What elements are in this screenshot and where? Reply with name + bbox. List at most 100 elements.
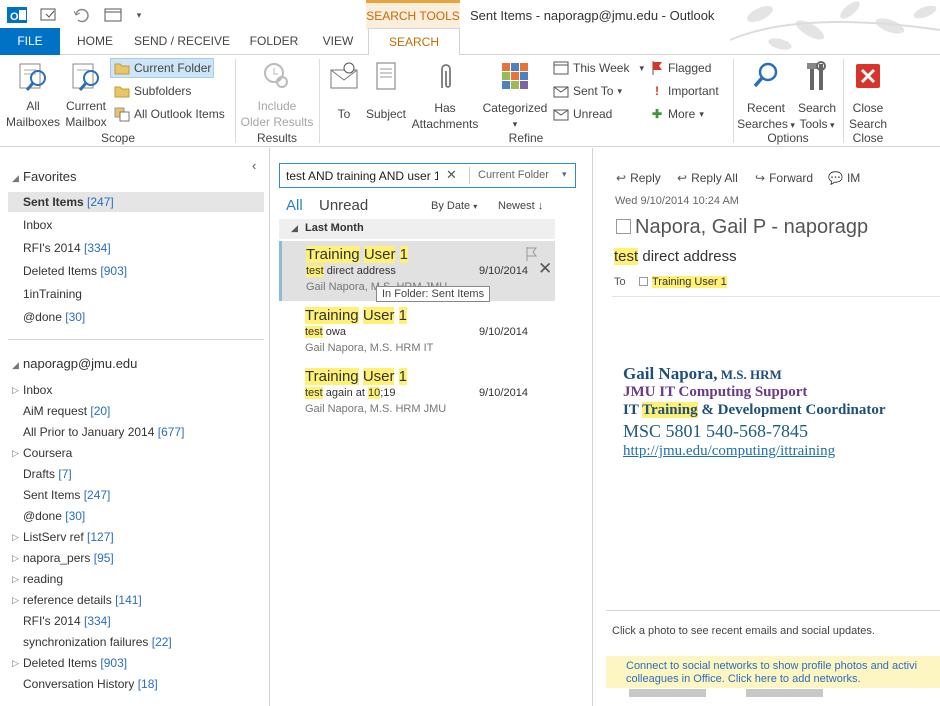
filter-all[interactable]: All <box>286 197 303 214</box>
sidebar-item[interactable]: Deleted Items [903] <box>23 261 127 281</box>
forward-button[interactable]: ↪ Forward <box>755 168 813 188</box>
tab-file[interactable]: FILE <box>0 28 60 55</box>
refine-group-label: Refine <box>508 131 544 145</box>
sidebar-item[interactable]: synchronization failures [22] <box>23 632 172 652</box>
expand-triangle-icon[interactable]: ▷ <box>12 448 19 459</box>
sort-by-date[interactable]: By Date ▾ <box>431 200 477 212</box>
clear-search-icon[interactable]: ✕ <box>446 167 457 183</box>
current-folder-button[interactable]: Current Folder <box>110 58 214 78</box>
search-box[interactable]: ✕ Current Folder ▾ <box>279 163 576 188</box>
sent-to-button[interactable]: Sent To ▾ <box>553 81 622 101</box>
collapse-pane-icon[interactable]: ‹ <box>252 158 256 173</box>
person-envelope-icon <box>330 62 358 89</box>
recipient-checkbox[interactable] <box>639 277 648 286</box>
sidebar-item[interactable]: Deleted Items [903] <box>23 653 127 673</box>
sidebar-item[interactable]: @done [30] <box>23 506 85 526</box>
sidebar-item[interactable]: Drafts [7] <box>23 464 72 484</box>
signature-department: JMU IT Computing Support <box>623 384 808 400</box>
sidebar-item[interactable]: RFI's 2014 [334] <box>23 238 111 258</box>
social-connect-banner[interactable]: Connect to social networks to show profi… <box>606 656 940 688</box>
sidebar-item[interactable]: 1inTraining <box>23 284 82 304</box>
sidebar-item[interactable]: All Prior to January 2014 [677] <box>23 422 184 442</box>
list-item[interactable]: Training User 1 test owa 9/10/2014 Gail … <box>279 302 555 362</box>
sort-order[interactable]: Newest ↓ <box>498 200 543 212</box>
account-header[interactable]: naporagp@jmu.edu <box>23 356 137 371</box>
expand-triangle-icon[interactable]: ▷ <box>12 553 19 564</box>
tab-view[interactable]: VIEW <box>315 28 361 55</box>
sidebar-item[interactable]: Conversation History [18] <box>23 674 158 694</box>
reply-button[interactable]: ↩ Reply <box>616 168 661 188</box>
expand-triangle-icon[interactable]: ▷ <box>12 595 19 606</box>
sidebar-item[interactable]: napora_pers [95] <box>23 548 114 568</box>
expand-triangle-icon[interactable]: ▷ <box>12 385 19 396</box>
flag-icon[interactable] <box>524 246 538 265</box>
more-button[interactable]: ✚ More ▾ <box>650 104 704 124</box>
to-button[interactable]: To <box>326 60 362 122</box>
tab-send-receive[interactable]: SEND / RECEIVE <box>132 28 232 55</box>
include-older-results-button[interactable]: Include Older Results <box>240 60 314 130</box>
subject-button[interactable]: Subject <box>364 60 408 122</box>
expand-triangle-icon[interactable]: ◢ <box>12 360 19 371</box>
customize-toolbar-icon[interactable]: ▾ <box>134 4 144 26</box>
message-sender[interactable]: Napora, Gail P - naporagp <box>635 216 868 239</box>
this-week-button[interactable]: This Week ▾ <box>553 58 644 78</box>
down-arrow-icon: ↓ <box>537 200 544 212</box>
subfolders-button[interactable]: Subfolders <box>114 81 191 101</box>
tab-home[interactable]: HOME <box>70 28 120 55</box>
expand-triangle-icon[interactable]: ▷ <box>12 532 19 543</box>
reply-all-button[interactable]: ↩ Reply All <box>677 168 738 188</box>
sidebar-item[interactable]: Sent Items [247] <box>8 192 264 212</box>
sidebar-item[interactable]: RFI's 2014 [334] <box>23 611 111 631</box>
magnifier-icon <box>753 62 778 88</box>
categorized-button[interactable]: Categorized ▾ <box>482 60 548 132</box>
sidebar-item[interactable]: ListServ ref [127] <box>23 527 114 547</box>
filter-unread[interactable]: Unread <box>319 197 368 214</box>
undo-icon[interactable] <box>70 4 92 26</box>
chevron-down-icon[interactable]: ▾ <box>562 169 567 180</box>
sidebar-item[interactable]: Coursera <box>23 443 72 463</box>
favorites-header[interactable]: Favorites <box>23 169 76 184</box>
sidebar-item[interactable]: Sent Items [247] <box>23 485 110 505</box>
photo-placeholder[interactable] <box>746 689 823 697</box>
expand-triangle-icon[interactable]: ▷ <box>12 658 19 669</box>
important-button[interactable]: ! Important <box>650 81 719 101</box>
unread-button[interactable]: Unread <box>553 104 612 124</box>
flagged-button[interactable]: Flagged <box>650 58 711 78</box>
photo-placeholder[interactable] <box>629 689 706 697</box>
delete-icon[interactable]: ✕ <box>538 259 552 279</box>
has-attachments-button[interactable]: Has Attachments <box>408 60 482 132</box>
sidebar-item[interactable]: Inbox <box>23 215 52 235</box>
sidebar-item[interactable]: reading <box>23 569 63 589</box>
view-icon[interactable] <box>102 4 124 26</box>
close-search-button[interactable]: Close Search <box>846 60 890 132</box>
flag-icon <box>652 61 662 75</box>
search-input[interactable] <box>286 167 438 185</box>
signature-link[interactable]: http://jmu.edu/computing/ittraining <box>623 443 835 460</box>
tab-search[interactable]: SEARCH <box>368 28 460 56</box>
outlook-logo-icon[interactable]: O <box>6 4 28 26</box>
all-mailboxes-button[interactable]: All Mailboxes <box>6 60 60 130</box>
tab-folder[interactable]: FOLDER <box>245 28 303 55</box>
search-scope-label[interactable]: Current Folder <box>478 169 549 181</box>
options-group-label: Options <box>767 131 809 145</box>
im-button[interactable]: 💬 IM <box>828 168 860 188</box>
chevron-down-icon: ▾ <box>512 119 518 129</box>
to-recipient[interactable]: Training User 1 <box>652 276 727 288</box>
group-divider <box>733 59 734 143</box>
sidebar-item[interactable]: Inbox <box>23 380 52 400</box>
search-tools-button[interactable]: Search Tools ▾ <box>796 60 838 133</box>
recent-searches-button[interactable]: Recent Searches ▾ <box>736 60 796 133</box>
group-header[interactable]: ◢ Last Month <box>279 219 555 239</box>
expand-triangle-icon[interactable]: ▷ <box>12 574 19 585</box>
list-item[interactable]: Training User 1 test again at 10;19 9/10… <box>279 363 555 423</box>
sidebar-item[interactable]: AiM request [20] <box>23 401 110 421</box>
send-receive-all-icon[interactable] <box>38 4 60 26</box>
group-divider <box>319 59 320 143</box>
expand-triangle-icon[interactable]: ◢ <box>12 173 19 184</box>
sidebar-item[interactable]: @done [30] <box>23 307 85 327</box>
sidebar-item[interactable]: reference details [141] <box>23 590 142 610</box>
all-outlook-items-button[interactable]: All Outlook Items <box>114 104 225 124</box>
contact-photo-placeholder[interactable] <box>616 219 631 234</box>
message-subject: test direct address <box>614 248 737 265</box>
current-mailbox-button[interactable]: Current Mailbox <box>62 60 110 130</box>
